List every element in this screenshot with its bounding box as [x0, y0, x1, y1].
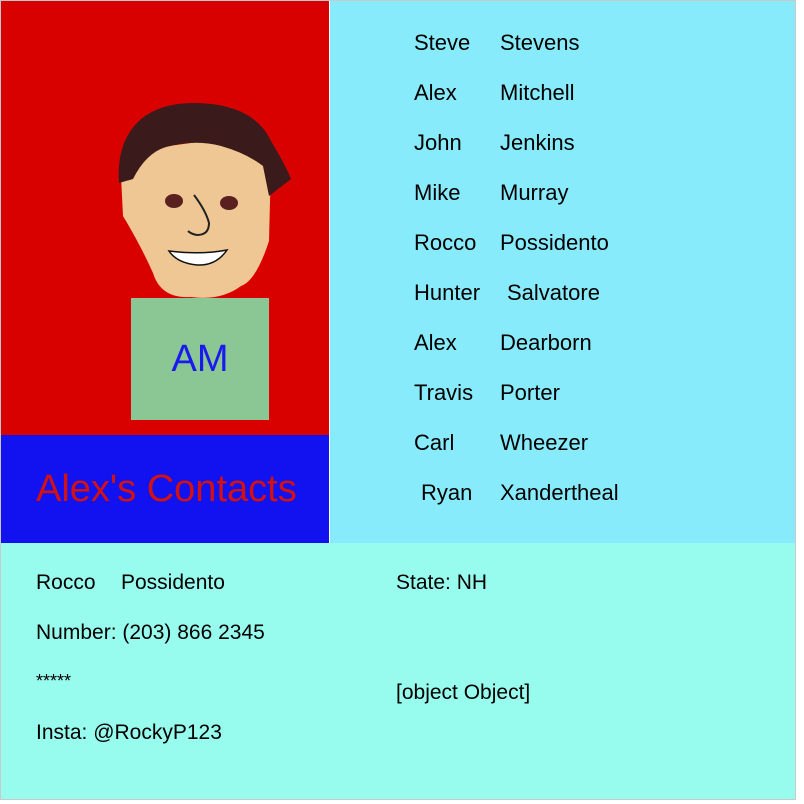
contact-last-name: Possidento	[500, 230, 609, 255]
detail-masked-field: *****	[36, 671, 72, 691]
contact-first-name: Hunter	[414, 280, 481, 305]
contact-last-name: Stevens	[500, 30, 580, 55]
contact-first-name: Carl	[414, 430, 455, 455]
contact-first-name: Travis	[414, 380, 474, 405]
contact-first-name: Rocco	[414, 230, 477, 255]
detail-first-name: Rocco	[36, 571, 96, 594]
contact-last-name: Xandertheal	[500, 480, 619, 505]
avatar-panel: AM	[1, 1, 329, 435]
detail-phone-number: Number: (203) 866 2345	[36, 621, 265, 644]
contact-list-item[interactable]: Hunter Salvatore	[1, 280, 701, 306]
contact-first-name: John	[414, 130, 462, 155]
contact-last-name: Murray	[500, 180, 569, 205]
contact-list-item[interactable]: Rocco Possidento	[1, 230, 701, 256]
contact-first-name: Ryan	[421, 480, 473, 505]
contacts-app: AM Alex's Contacts Steve Stevens Alex Mitch…	[0, 0, 796, 800]
contact-list-item[interactable]: Alex Dearborn	[1, 330, 701, 356]
detail-instagram: Insta: @RockyP123	[36, 721, 222, 744]
contact-last-name: Mitchell	[500, 80, 575, 105]
contact-first-name: Alex	[414, 330, 457, 355]
contact-first-name: Mike	[414, 180, 461, 205]
contact-list-item[interactable]: Carl Wheezer	[1, 430, 701, 456]
contact-first-name: Alex	[414, 80, 457, 105]
contact-last-name: Wheezer	[500, 430, 589, 455]
contact-list-item[interactable]: Ryan Xandertheal	[1, 480, 701, 506]
contact-last-name: Jenkins	[500, 130, 575, 155]
contact-last-name: Salvatore	[507, 280, 600, 305]
contact-list-item[interactable]: Mike Murray	[1, 180, 701, 206]
contact-last-name: Porter	[500, 380, 560, 405]
contact-list-item[interactable]: Steve Stevens	[1, 30, 701, 56]
contact-first-name: Steve	[414, 30, 471, 55]
detail-state: State: NH	[396, 571, 488, 594]
contact-list-item[interactable]: John Jenkins	[1, 130, 701, 156]
contact-list-item[interactable]: Alex Mitchell	[1, 80, 701, 106]
contact-list-item[interactable]: Travis Porter	[1, 380, 701, 406]
detail-last-name: Possidento	[121, 571, 225, 594]
contact-last-name: Dearborn	[500, 330, 592, 355]
detail-object-text: [object Object]	[396, 681, 531, 704]
